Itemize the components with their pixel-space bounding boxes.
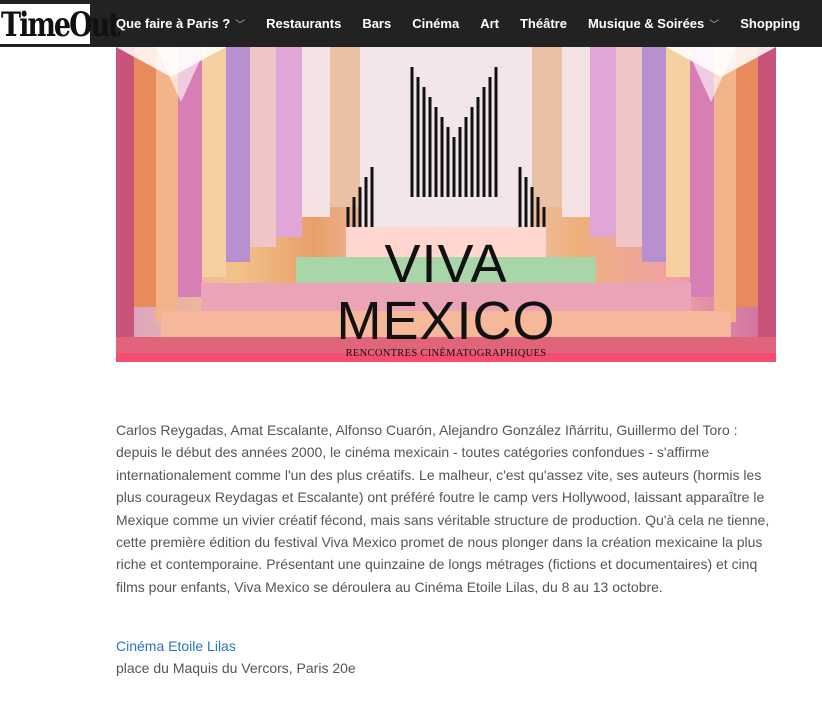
hero-title-line1: VIVA — [384, 234, 508, 294]
nav-item-cinema[interactable]: Cinéma — [412, 16, 459, 31]
hero-title-line2: MEXICO — [336, 291, 556, 351]
hero-subtitle: RENCONTRES CINÉMATOGRAPHIQUES — [345, 348, 547, 359]
nav-item-shopping[interactable]: Shopping — [740, 16, 800, 31]
nav-item-label: Restaurants — [266, 16, 342, 31]
nav-item-label: Shopping — [740, 16, 801, 31]
chevron-down-icon: ﹀ — [709, 20, 720, 31]
main-nav: Que faire à Paris ? ﹀ Restaurants Bars Ci… — [116, 0, 821, 47]
nav-item-theatre[interactable]: Théâtre — [520, 16, 567, 31]
nav-item-label: Que faire à Paris ? — [116, 16, 231, 31]
timeout-logo[interactable]: TimeOut — [0, 4, 121, 45]
nav-item-label: Cinéma — [412, 16, 460, 31]
article-body: Carlos Reygadas, Amat Escalante, Alfonso… — [116, 422, 770, 595]
nav-item-bars[interactable]: Bars — [362, 16, 391, 31]
nav-item-musique-soirees[interactable]: Musique & Soirées ﹀ — [588, 16, 719, 31]
hero-image: VIVA MEXICO RENCONTRES CINÉMATOGRAPHIQUE… — [116, 47, 776, 362]
nav-item-que-faire[interactable]: Que faire à Paris ? ﹀ — [116, 16, 245, 31]
nav-item-label: Art — [480, 16, 499, 31]
venue-link[interactable]: Cinéma Etoile Lilas — [116, 638, 236, 654]
nav-item-label: Bars — [362, 16, 392, 31]
chevron-down-icon: ﹀ — [235, 20, 246, 31]
venue-address: place du Maquis du Vercors, Paris 20e — [116, 660, 356, 676]
nav-item-art[interactable]: Art — [480, 16, 499, 31]
nav-item-restaurants[interactable]: Restaurants — [266, 16, 341, 31]
logo-text: TimeOut — [1, 6, 121, 45]
top-navigation-bar: TimeOut Que faire à Paris ? ﹀ Restaurants… — [0, 0, 822, 47]
nav-item-label: Musique & Soirées — [587, 16, 705, 31]
nav-item-label: Théâtre — [519, 16, 567, 31]
